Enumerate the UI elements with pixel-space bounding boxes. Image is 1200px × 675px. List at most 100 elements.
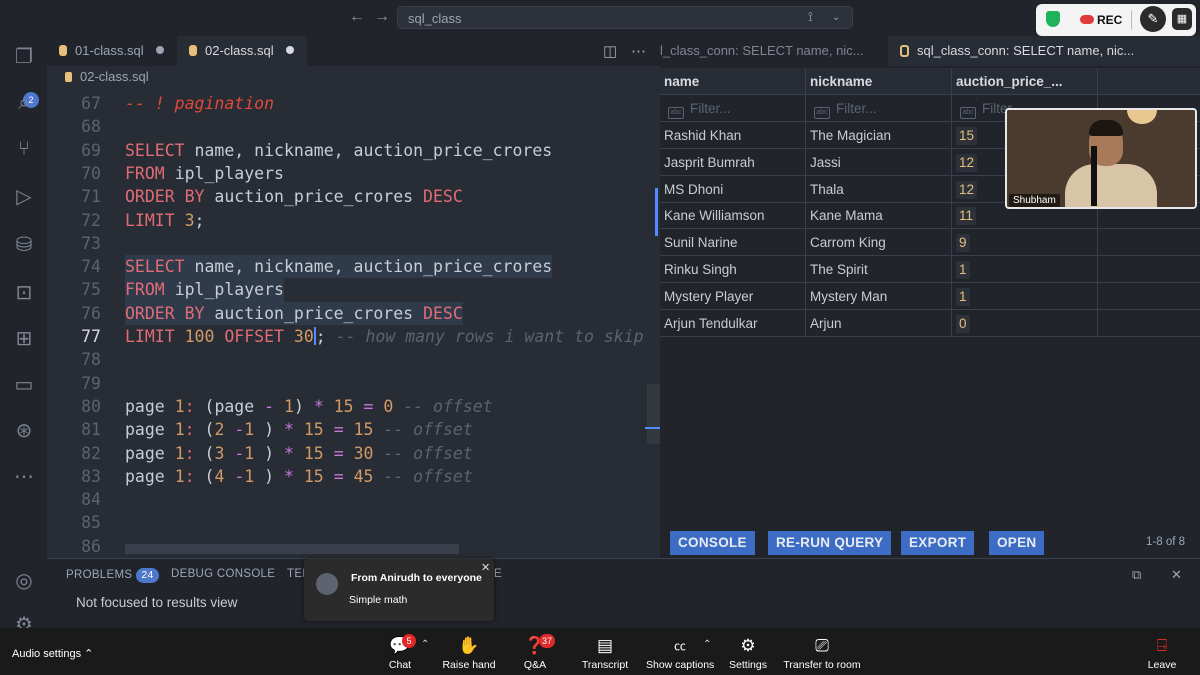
- line-content: page 1: (page - 1) * 15 = 0 -- offset: [125, 396, 493, 416]
- code-line: 67 -- ! pagination: [47, 92, 660, 115]
- cell-empty[interactable]: [1098, 256, 1200, 283]
- cell-auction-price[interactable]: 1: [952, 282, 1098, 310]
- tab-debug-console[interactable]: DEBUG CONSOLE: [171, 568, 275, 580]
- column-header-nickname[interactable]: nickname: [806, 68, 952, 95]
- transfer-to-room-button[interactable]: ⎚ Transfer to room: [782, 628, 862, 675]
- cell-auction-price[interactable]: 1: [952, 256, 1098, 283]
- console-button[interactable]: CONSOLE: [670, 531, 755, 555]
- tab-02-class[interactable]: 02-class.sql: [177, 36, 307, 66]
- rec-label[interactable]: REC: [1097, 13, 1122, 27]
- remote-explorer-icon[interactable]: ⊡: [11, 280, 37, 306]
- leave-label: Leave: [1147, 659, 1177, 671]
- captions-caret-icon[interactable]: ⌃: [703, 639, 711, 650]
- raise-hand-button[interactable]: ✋ Raise hand: [440, 628, 498, 675]
- run-debug-icon[interactable]: ▷: [11, 184, 37, 210]
- export-button[interactable]: EXPORT: [901, 531, 975, 555]
- tab-results-partial[interactable]: E: [494, 568, 502, 580]
- results-tab-active[interactable]: sql_class_conn: SELECT name, nic...: [888, 36, 1200, 66]
- cell-auction-price[interactable]: 9: [952, 229, 1098, 257]
- annotate-pencil-icon[interactable]: ✎: [1140, 6, 1166, 32]
- text-type-icon: abc: [668, 107, 684, 119]
- column-header-name[interactable]: name: [660, 68, 806, 95]
- problems-count-badge: 24: [136, 568, 159, 583]
- rerun-query-button[interactable]: RE-RUN QUERY: [768, 531, 892, 555]
- code-area[interactable]: 67 -- ! pagination 68 69 SELECT name, nick…: [47, 92, 660, 558]
- command-center-search[interactable]: sql_class ⟟ ⌄: [397, 6, 853, 29]
- chevron-down-icon[interactable]: ⌄: [832, 12, 840, 23]
- participant-video[interactable]: Shubham: [1005, 108, 1197, 209]
- results-tab-label: l_class_conn: SELECT name, nic...: [660, 43, 864, 58]
- vertical-scrollbar[interactable]: [647, 384, 660, 444]
- tab-01-class[interactable]: 01-class.sql: [47, 36, 177, 66]
- qa-button[interactable]: ❓ 37 Q&A: [515, 628, 556, 675]
- cell-empty[interactable]: [1098, 283, 1200, 310]
- cell-name[interactable]: Rinku Singh: [660, 256, 806, 283]
- cell-name[interactable]: Mystery Player: [660, 282, 806, 310]
- shield-icon[interactable]: [1046, 11, 1060, 27]
- line-content: FROM ipl_players: [125, 163, 284, 183]
- cell-nickname[interactable]: Carrom King: [806, 229, 952, 257]
- code-line: 75 FROM ipl_players: [47, 278, 660, 302]
- chat-caret-icon[interactable]: ⌃: [421, 639, 429, 650]
- cell-name[interactable]: Arjun Tendulkar: [660, 309, 806, 337]
- cell-auction-price[interactable]: 0: [952, 309, 1098, 337]
- transcript-button[interactable]: ▤ Transcript: [578, 628, 632, 675]
- split-editor-icon[interactable]: ◫: [603, 42, 617, 60]
- search-icon[interactable]: ⌕: [11, 90, 37, 116]
- line-content: FROM ipl_players: [125, 278, 284, 302]
- cell-name[interactable]: MS Dhoni: [660, 175, 806, 203]
- cell-name[interactable]: Jasprit Bumrah: [660, 148, 806, 176]
- cell-name[interactable]: Kane Williamson: [660, 202, 806, 230]
- leave-button[interactable]: ⍈ Leave: [1140, 628, 1184, 675]
- chat-notification[interactable]: From Anirudh to everyone Simple math ✕: [304, 559, 494, 621]
- maximize-panel-icon[interactable]: ⧉: [1132, 567, 1141, 583]
- close-icon[interactable]: ✕: [481, 561, 490, 574]
- line-number: 75: [81, 280, 101, 300]
- cell-nickname[interactable]: The Spirit: [806, 256, 952, 283]
- folder-icon[interactable]: ▭: [11, 372, 37, 398]
- filter-name[interactable]: abc Filter...: [660, 95, 806, 122]
- line-content: ORDER BY auction_price_crores DESC: [125, 187, 463, 207]
- back-arrow-icon[interactable]: ←: [349, 8, 365, 26]
- cell-empty[interactable]: [1098, 310, 1200, 337]
- extensions-icon[interactable]: ⊞: [11, 326, 37, 352]
- source-control-icon[interactable]: ⑂: [11, 136, 37, 162]
- cell-name[interactable]: Rashid Khan: [660, 122, 806, 149]
- column-header-auction-price[interactable]: auction_price_...: [952, 68, 1098, 95]
- chat-button[interactable]: 💬 5 Chat: [380, 628, 420, 675]
- filter-nickname[interactable]: abc Filter...: [806, 95, 952, 122]
- cell-nickname[interactable]: Arjun: [806, 309, 952, 337]
- breadcrumb[interactable]: 02-class.sql: [47, 66, 660, 88]
- cell-nickname[interactable]: Jassi: [806, 148, 952, 176]
- database-icon[interactable]: ⛁: [11, 232, 37, 258]
- explorer-icon[interactable]: ❐: [11, 44, 37, 70]
- open-button[interactable]: OPEN: [989, 531, 1045, 555]
- copilot-icon[interactable]: ⟟: [808, 9, 813, 25]
- cell-name[interactable]: Sunil Narine: [660, 229, 806, 257]
- code-line-current: 77 LIMIT 100 OFFSET 30; -- how many rows …: [47, 325, 660, 348]
- leave-icon: ⍈: [1156, 636, 1168, 655]
- code-line: 76 ORDER BY auction_price_crores DESC: [47, 301, 660, 325]
- close-panel-icon[interactable]: ✕: [1171, 567, 1182, 583]
- audio-settings-button[interactable]: Audio settings ⌃: [12, 647, 93, 660]
- apps-icon[interactable]: ▦: [1172, 8, 1192, 30]
- account-icon[interactable]: ◎: [11, 568, 37, 594]
- cell-nickname[interactable]: Thala: [806, 175, 952, 203]
- forward-arrow-icon[interactable]: →: [374, 8, 390, 26]
- line-number: 69: [81, 140, 101, 160]
- more-actions-icon[interactable]: ⋯: [631, 42, 646, 60]
- tab-problems[interactable]: PROBLEMS 24: [66, 568, 159, 583]
- cell-nickname[interactable]: Mystery Man: [806, 282, 952, 310]
- cast-icon: ⎚: [815, 636, 829, 655]
- more-icon[interactable]: ⋯: [11, 464, 37, 490]
- show-captions-button[interactable]: ㏄ Show captions: [646, 628, 714, 675]
- cell-nickname[interactable]: Kane Mama: [806, 202, 952, 230]
- results-tab-previous[interactable]: l_class_conn: SELECT name, nic...: [660, 36, 888, 66]
- cell-nickname[interactable]: The Magician: [806, 122, 952, 149]
- horizontal-scrollbar[interactable]: [125, 544, 459, 554]
- cell-empty[interactable]: [1098, 229, 1200, 257]
- git-graph-icon[interactable]: ⊛: [11, 418, 37, 444]
- settings-button[interactable]: ⚙ Settings: [726, 628, 770, 675]
- line-number: 78: [81, 350, 101, 370]
- line-content: LIMIT 100 OFFSET 30; -- how many rows i …: [125, 327, 644, 346]
